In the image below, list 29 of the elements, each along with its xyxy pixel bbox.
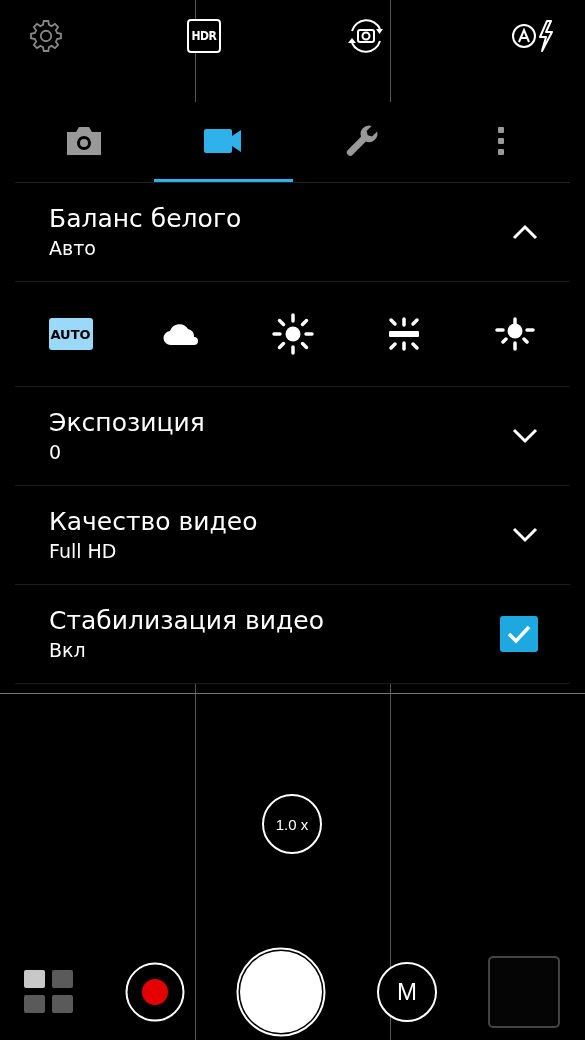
setting-title: Стабилизация видео	[49, 605, 325, 637]
bulb-icon[interactable]	[494, 317, 535, 351]
video-camera-icon	[204, 128, 243, 153]
fluorescent-icon[interactable]	[387, 317, 420, 351]
setting-value: Вкл	[49, 638, 87, 663]
auto-preset-button[interactable]: AUTO	[48, 318, 93, 350]
mode-button[interactable]: M	[377, 962, 437, 1022]
hdr-button[interactable]: HDR	[187, 19, 221, 53]
cloud-icon[interactable]	[162, 322, 201, 346]
checkbox[interactable]	[500, 616, 538, 652]
sun-icon[interactable]	[271, 313, 314, 355]
chevron-up-icon[interactable]	[512, 224, 538, 240]
setting-title: Экспозиция	[49, 407, 205, 439]
wrench-icon	[344, 123, 379, 158]
grid-icon[interactable]	[24, 970, 74, 1014]
setting-value: 0	[49, 440, 63, 465]
chevron-down-icon[interactable]	[512, 527, 538, 543]
zoom-button[interactable]: 1.0 x	[262, 794, 322, 854]
gallery-thumbnail[interactable]	[488, 956, 560, 1028]
more-icon	[496, 125, 505, 156]
setting-title: Качество видео	[49, 506, 258, 538]
setting-title: Баланс белого	[49, 203, 242, 235]
settings-icon[interactable]	[28, 18, 64, 54]
setting-value: Авто	[49, 236, 97, 261]
setting-value: Full HD	[49, 539, 118, 564]
camera-icon	[65, 125, 104, 156]
shutter-button[interactable]	[236, 947, 326, 1037]
record-button[interactable]	[125, 962, 185, 1022]
chevron-down-icon[interactable]	[512, 428, 538, 444]
